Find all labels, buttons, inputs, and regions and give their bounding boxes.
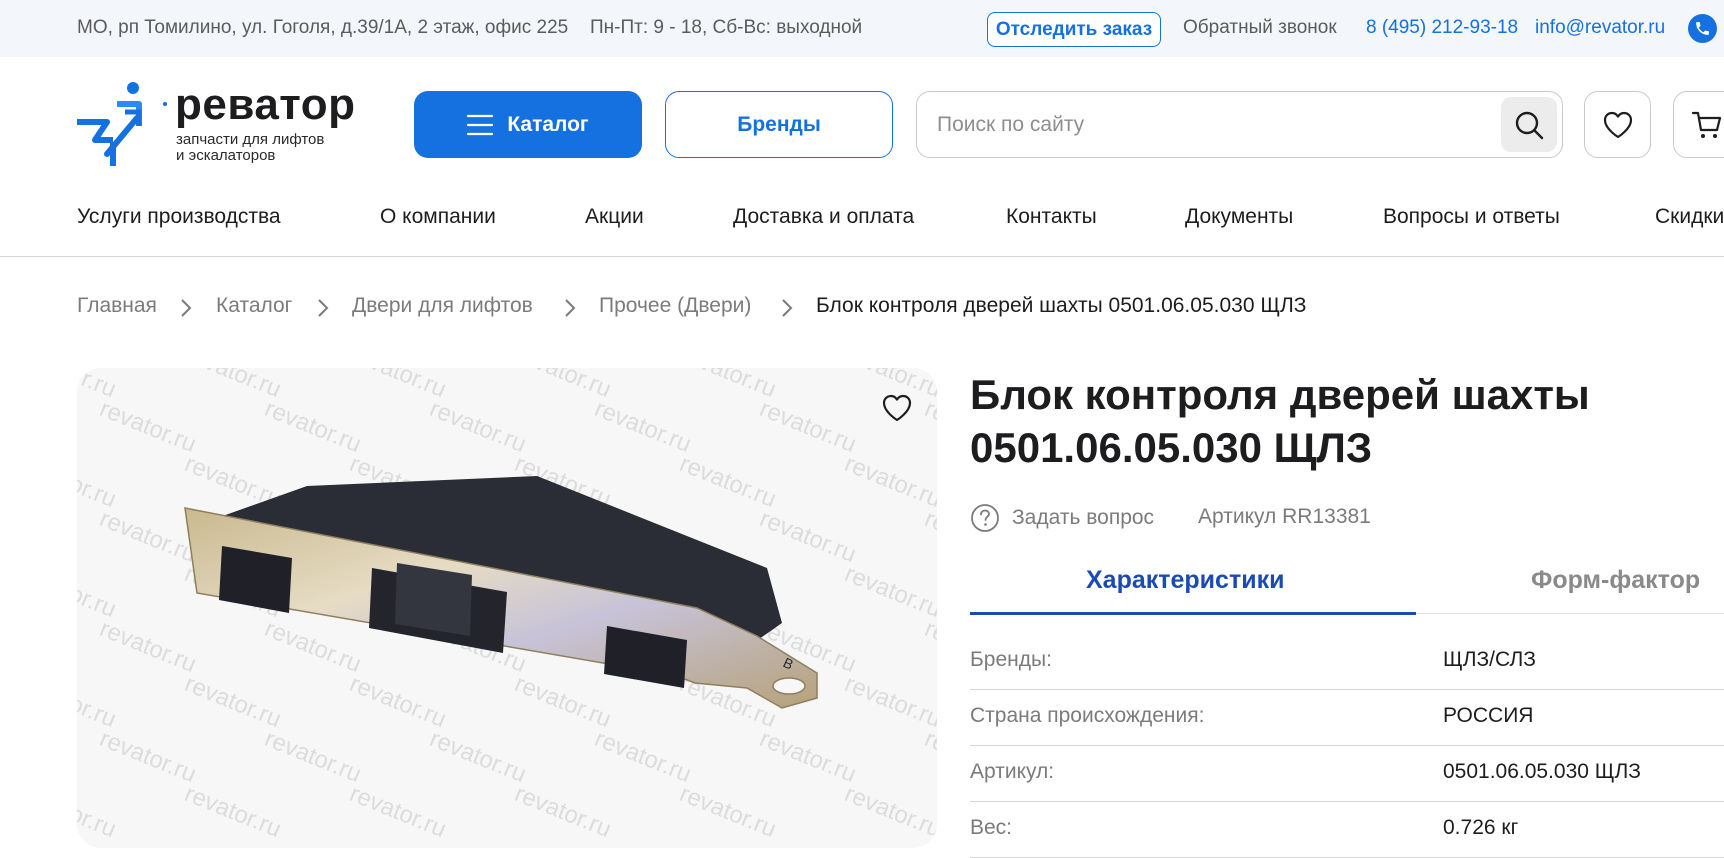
- cart-button[interactable]: [1673, 91, 1724, 158]
- nav-item-faq[interactable]: Вопросы и ответы: [1383, 205, 1560, 229]
- tab-divider: [1416, 613, 1724, 614]
- spec-value: РОССИЯ: [1443, 704, 1534, 727]
- brands-button[interactable]: Бренды: [665, 91, 893, 158]
- search-input[interactable]: [937, 106, 1457, 144]
- menu-icon: [467, 114, 494, 135]
- nav-item-contacts[interactable]: Контакты: [1006, 205, 1097, 229]
- spec-value: ЩЛЗ/СЛЗ: [1443, 648, 1536, 671]
- search-icon: [1515, 111, 1544, 139]
- heart-icon: [882, 394, 912, 422]
- ask-question-link[interactable]: Задать вопрос: [970, 502, 1154, 534]
- whatsapp-icon[interactable]: [1688, 14, 1717, 43]
- track-order-button[interactable]: Отследить заказ: [987, 12, 1161, 47]
- main-navigation: Услуги производства О компании Акции Дос…: [0, 195, 1724, 255]
- spec-row: Вес: 0.726 кг: [970, 802, 1724, 858]
- tab-characteristics[interactable]: Характеристики: [1086, 566, 1284, 595]
- nav-item-promotions[interactable]: Акции: [585, 205, 644, 229]
- nav-item-delivery[interactable]: Доставка и оплата: [733, 205, 914, 229]
- chevron-right-icon: [181, 299, 192, 317]
- chevron-right-icon: [565, 299, 576, 317]
- product-image[interactable]: revator.ru revator.ru revator.ru revator.ru…: [77, 368, 937, 848]
- search-box: [916, 91, 1563, 158]
- nav-item-about[interactable]: О компании: [380, 205, 496, 229]
- ask-question-label: Задать вопрос: [1012, 506, 1155, 529]
- active-tab-indicator: [970, 612, 1416, 615]
- spec-value: 0.726 кг: [1443, 816, 1519, 839]
- product-title: Блок контроля дверей шахты 0501.06.05.03…: [970, 368, 1710, 474]
- favorites-button[interactable]: [1584, 91, 1651, 158]
- spec-row: Бренды: ЩЛЗ/СЛЗ: [970, 634, 1724, 690]
- chevron-right-icon: [318, 299, 329, 317]
- logo-mark-icon: [77, 82, 167, 166]
- cart-icon: [1691, 111, 1721, 138]
- catalog-button-label: Каталог: [507, 112, 589, 136]
- top-info-bar: МО, рп Томилино, ул. Гоголя, д.39/1А, 2 …: [0, 0, 1724, 57]
- phone-link[interactable]: 8 (495) 212-93-18: [1366, 17, 1518, 39]
- nav-item-services[interactable]: Услуги производства: [77, 205, 281, 229]
- catalog-button[interactable]: Каталог: [414, 91, 642, 158]
- image-favorite-button[interactable]: [879, 390, 915, 426]
- spec-label: Артикул:: [970, 760, 1055, 783]
- logo-tagline-line2: и эскалаторов: [176, 147, 276, 164]
- product-title-line1: Блок контроля дверей шахты: [970, 371, 1590, 418]
- email-link[interactable]: info@revator.ru: [1535, 17, 1665, 39]
- product-sku: Артикул RR13381: [1198, 505, 1371, 528]
- nav-item-documents[interactable]: Документы: [1185, 205, 1293, 229]
- callback-link[interactable]: Обратный звонок: [1183, 17, 1337, 39]
- breadcrumb-catalog[interactable]: Каталог: [216, 294, 292, 318]
- spec-label: Бренды:: [970, 648, 1052, 671]
- tab-form-factor[interactable]: Форм-фактор: [1531, 566, 1700, 595]
- working-hours: Пн-Пт: 9 - 18, Сб-Вс: выходной: [590, 17, 863, 38]
- breadcrumb-current: Блок контроля дверей шахты 0501.06.05.03…: [816, 294, 1307, 317]
- spec-row: Артикул: 0501.06.05.030 ЩЛЗ: [970, 746, 1724, 802]
- store-address: МО, рп Томилино, ул. Гоголя, д.39/1А, 2 …: [77, 17, 569, 38]
- site-logo[interactable]: реватор запчасти для лифтов и эскалаторо…: [77, 80, 377, 166]
- nav-item-discounts[interactable]: Скидки: [1655, 205, 1724, 229]
- breadcrumb-other-doors[interactable]: Прочее (Двери): [599, 294, 751, 318]
- spec-label: Страна происхождения:: [970, 704, 1205, 727]
- spec-row: Страна происхождения: РОССИЯ: [970, 690, 1724, 746]
- logo-tagline-line1: запчасти для лифтов: [176, 131, 325, 148]
- heart-icon: [1603, 111, 1632, 138]
- breadcrumb-home[interactable]: Главная: [77, 294, 157, 318]
- breadcrumb-lift-doors[interactable]: Двери для лифтов: [352, 294, 533, 318]
- question-icon: [971, 504, 999, 532]
- product-title-line2: 0501.06.05.030 ЩЛЗ: [970, 424, 1373, 471]
- logo-wordmark: реватор: [175, 80, 356, 129]
- search-button[interactable]: [1501, 97, 1557, 152]
- product-photo: B: [184, 476, 818, 709]
- chevron-right-icon: [782, 299, 793, 317]
- spec-value: 0501.06.05.030 ЩЛЗ: [1443, 760, 1641, 783]
- spec-label: Вес:: [970, 816, 1013, 839]
- logo-tagline: запчасти для лифтов и эскалаторов: [176, 132, 324, 164]
- nav-divider: [0, 256, 1724, 257]
